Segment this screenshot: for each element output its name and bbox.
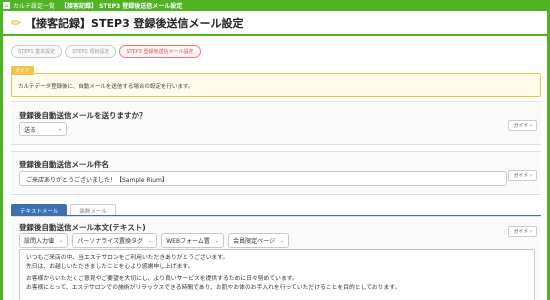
step-2[interactable]: STEP2 項目設定 bbox=[65, 45, 117, 58]
body-line: 先日は、お越しいただきましたことを心より感謝申し上げます。 bbox=[26, 263, 194, 270]
mail-body-textarea[interactable]: いつもご来店の中、当エステサロンをご利用いただきありがとうございます。 先日は、… bbox=[19, 249, 535, 300]
chevron-down-icon: ⌄ bbox=[57, 126, 62, 132]
question-input-label: 設問入力値 bbox=[24, 238, 55, 245]
main-page: ✏ 【接客記録】STEP3 登録後送信メール設定 STEP1 基本設定 STEP… bbox=[3, 11, 547, 300]
chevron-right-icon: › bbox=[530, 123, 532, 129]
question-input-select[interactable]: 設問入力値 ⌄ bbox=[19, 233, 69, 248]
member-page-label: 会員限定ページ bbox=[233, 238, 276, 245]
home-icon[interactable]: ⌂ bbox=[3, 2, 10, 9]
guide-button-label: ガイド bbox=[513, 173, 529, 179]
subject-label: 登録後自動送信メール件名 bbox=[19, 160, 109, 169]
subject-section: 登録後自動送信メール件名 ガイド › ご来店ありがとうございました！【Sampl… bbox=[11, 151, 541, 195]
body-line: いつもご来店の中、当エステサロンをご利用いただきありがとうございます。 bbox=[26, 255, 229, 261]
guide-button-body[interactable]: ガイド › bbox=[508, 226, 537, 237]
breadcrumb-current: 【接客記録】 STEP3 登録後送信メール設定 bbox=[61, 3, 183, 10]
insert-toolbar: 設問入力値 ⌄ パーソナライズ置換タグ ⌄ WEBフォーム置 ⌄ 会員限定ページ… bbox=[19, 233, 293, 248]
pencil-icon: ✏ bbox=[11, 15, 22, 30]
guide-tag: ガイド bbox=[11, 66, 35, 75]
chevron-right-icon: › bbox=[530, 229, 532, 235]
send-mail-section: 登録後自動送信メールを送りますか？ ガイド › 送る ⌄ bbox=[11, 101, 541, 145]
subject-input-value: ご来店ありがとうございました！【Sample Rium】 bbox=[26, 177, 168, 184]
body-line: お客様にとって、エステサロンでの施術がリラックスできる時間であり、お肌やお体のお… bbox=[26, 284, 401, 291]
step-indicator: STEP1 基本設定 STEP2 項目設定 STEP3 登録後送信メール設定 bbox=[11, 45, 204, 58]
step-3-current: STEP3 登録後送信メール設定 bbox=[119, 45, 201, 58]
body-label: 登録後自動送信メール本文(テキスト) bbox=[19, 223, 146, 232]
web-form-select[interactable]: WEBフォーム置 ⌄ bbox=[161, 233, 225, 248]
chevron-right-icon: › bbox=[530, 173, 532, 179]
top-breadcrumb-bar: ⌂ カルテ設定一覧 【接客記録】 STEP3 登録後送信メール設定 bbox=[0, 0, 550, 11]
subject-input[interactable]: ご来店ありがとうございました！【Sample Rium】 bbox=[19, 171, 507, 186]
breadcrumb-link-karte-list[interactable]: カルテ設定一覧 bbox=[13, 1, 55, 10]
personalize-tag-label: パーソナライズ置換タグ bbox=[77, 238, 144, 245]
guide-text: カルテデータ登録後に、自動メールを送信する場合の設定を行います。 bbox=[18, 84, 194, 90]
send-mail-select[interactable]: 送る ⌄ bbox=[19, 122, 67, 136]
guide-button-label: ガイド bbox=[513, 229, 529, 235]
guide-button-label: ガイド bbox=[513, 123, 529, 129]
chevron-down-icon: ⌄ bbox=[148, 237, 153, 244]
body-line: お客様からいただくご意見やご要望を大切にし、より良いサービスを提供するために日々… bbox=[26, 276, 298, 282]
send-mail-select-value: 送る bbox=[24, 126, 37, 134]
send-mail-label: 登録後自動送信メールを送りますか？ bbox=[19, 111, 147, 120]
guide-button-subject[interactable]: ガイド › bbox=[508, 170, 537, 181]
web-form-label: WEBフォーム置 bbox=[166, 238, 210, 245]
chevron-down-icon: ⌄ bbox=[214, 237, 220, 244]
guide-button-send[interactable]: ガイド › bbox=[508, 120, 537, 131]
page-title-text: 【接客記録】STEP3 登録後送信メール設定 bbox=[25, 16, 244, 30]
guide-notice: ガイド カルテデータ登録後に、自動メールを送信する場合の設定を行います。 bbox=[11, 66, 541, 97]
chevron-down-icon: ⌄ bbox=[280, 237, 285, 244]
personalize-tag-select[interactable]: パーソナライズ置換タグ ⌄ bbox=[72, 233, 158, 248]
page-title: ✏ 【接客記録】STEP3 登録後送信メール設定 bbox=[3, 11, 547, 36]
chevron-down-icon: ⌄ bbox=[59, 237, 64, 244]
member-page-select[interactable]: 会員限定ページ ⌄ bbox=[228, 233, 290, 248]
step-1[interactable]: STEP1 基本設定 bbox=[11, 45, 63, 58]
